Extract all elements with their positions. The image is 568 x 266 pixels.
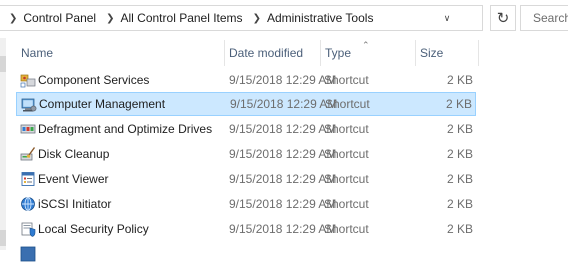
file-name: Event Viewer <box>38 172 109 186</box>
breadcrumb-administrative-tools[interactable]: Administrative Tools <box>267 11 374 25</box>
breadcrumb-all-control-panel-items[interactable]: All Control Panel Items <box>121 11 243 25</box>
file-name: iSCSI Initiator <box>38 197 112 211</box>
computer-management-icon <box>21 98 37 112</box>
file-date-modified: 9/15/2018 12:29 AM <box>229 172 337 186</box>
breadcrumb-separator-icon[interactable]: ❯ <box>106 13 114 24</box>
column-header-date-modified[interactable]: Date modified <box>224 38 320 68</box>
file-type: Shortcut <box>324 122 369 136</box>
column-divider[interactable] <box>478 40 479 66</box>
defragment-icon <box>20 124 36 134</box>
file-size: 2 KB <box>446 197 473 211</box>
nav-item-marker <box>0 230 6 246</box>
file-size: 2 KB <box>446 222 473 236</box>
refresh-icon: ↻ <box>496 10 510 27</box>
file-type: Shortcut <box>324 73 369 87</box>
disk-cleanup-icon <box>20 147 36 161</box>
local-security-policy-icon <box>21 222 36 237</box>
file-size: 2 KB <box>446 73 473 87</box>
navigation-pane[interactable] <box>0 38 6 250</box>
file-type: Shortcut <box>324 197 369 211</box>
file-row-event-viewer[interactable]: Event Viewer 9/15/2018 12:29 AM Shortcut… <box>16 167 476 191</box>
iscsi-initiator-icon <box>21 197 35 211</box>
file-size: 2 KB <box>446 122 473 136</box>
file-row-local-security-policy[interactable]: Local Security Policy 9/15/2018 12:29 AM… <box>16 217 476 241</box>
file-type: Shortcut <box>325 97 370 111</box>
file-name: Local Security Policy <box>38 222 149 236</box>
address-history-dropdown-icon[interactable]: ∨ <box>440 11 454 25</box>
file-date-modified: 9/15/2018 12:29 AM <box>229 122 337 136</box>
file-name: Defragment and Optimize Drives <box>38 122 213 136</box>
file-name: Computer Management <box>39 97 166 111</box>
shortcut-icon <box>20 246 36 262</box>
file-row-partial[interactable] <box>16 242 476 266</box>
file-row-computer-management[interactable]: Computer Management 9/15/2018 12:29 AM S… <box>16 92 476 116</box>
file-type: Shortcut <box>324 172 369 186</box>
file-date-modified: 9/15/2018 12:29 AM <box>230 97 338 111</box>
column-header-name[interactable]: Name <box>16 38 224 68</box>
component-services-icon <box>20 74 36 88</box>
file-type: Shortcut <box>324 147 369 161</box>
address-bar-area: ❯ Control Panel ❯ All Control Panel Item… <box>0 0 568 38</box>
file-row-defragment[interactable]: Defragment and Optimize Drives 9/15/2018… <box>16 117 476 141</box>
file-size: 2 KB <box>445 97 472 111</box>
file-name: Component Services <box>38 73 150 87</box>
refresh-button[interactable]: ↻ <box>490 5 516 31</box>
file-date-modified: 9/15/2018 12:29 AM <box>229 73 337 87</box>
file-row-disk-cleanup[interactable]: Disk Cleanup 9/15/2018 12:29 AM Shortcut… <box>16 142 476 166</box>
file-row-component-services[interactable]: Component Services 9/15/2018 12:29 AM Sh… <box>16 68 476 92</box>
file-date-modified: 9/15/2018 12:29 AM <box>229 147 337 161</box>
file-size: 2 KB <box>446 147 473 161</box>
breadcrumb-chevron-icon[interactable]: ❯ <box>9 13 17 24</box>
breadcrumb-separator-icon[interactable]: ❯ <box>253 13 261 24</box>
file-name: Disk Cleanup <box>38 147 110 161</box>
column-header-size[interactable]: Size <box>415 38 479 68</box>
column-header: Name Date modified Type Size <box>0 38 568 68</box>
file-date-modified: 9/15/2018 12:29 AM <box>229 222 337 236</box>
file-type: Shortcut <box>324 222 369 236</box>
address-bar[interactable]: ❯ Control Panel ❯ All Control Panel Item… <box>0 5 483 31</box>
file-date-modified: 9/15/2018 12:29 AM <box>229 197 337 211</box>
event-viewer-icon <box>21 172 35 186</box>
file-row-iscsi-initiator[interactable]: iSCSI Initiator 9/15/2018 12:29 AM Short… <box>16 192 476 216</box>
breadcrumb-control-panel[interactable]: Control Panel <box>23 11 96 25</box>
file-size: 2 KB <box>446 172 473 186</box>
search-input[interactable]: Search Administrative Tools <box>520 5 568 31</box>
sort-ascending-icon: ⌃ <box>362 40 370 50</box>
